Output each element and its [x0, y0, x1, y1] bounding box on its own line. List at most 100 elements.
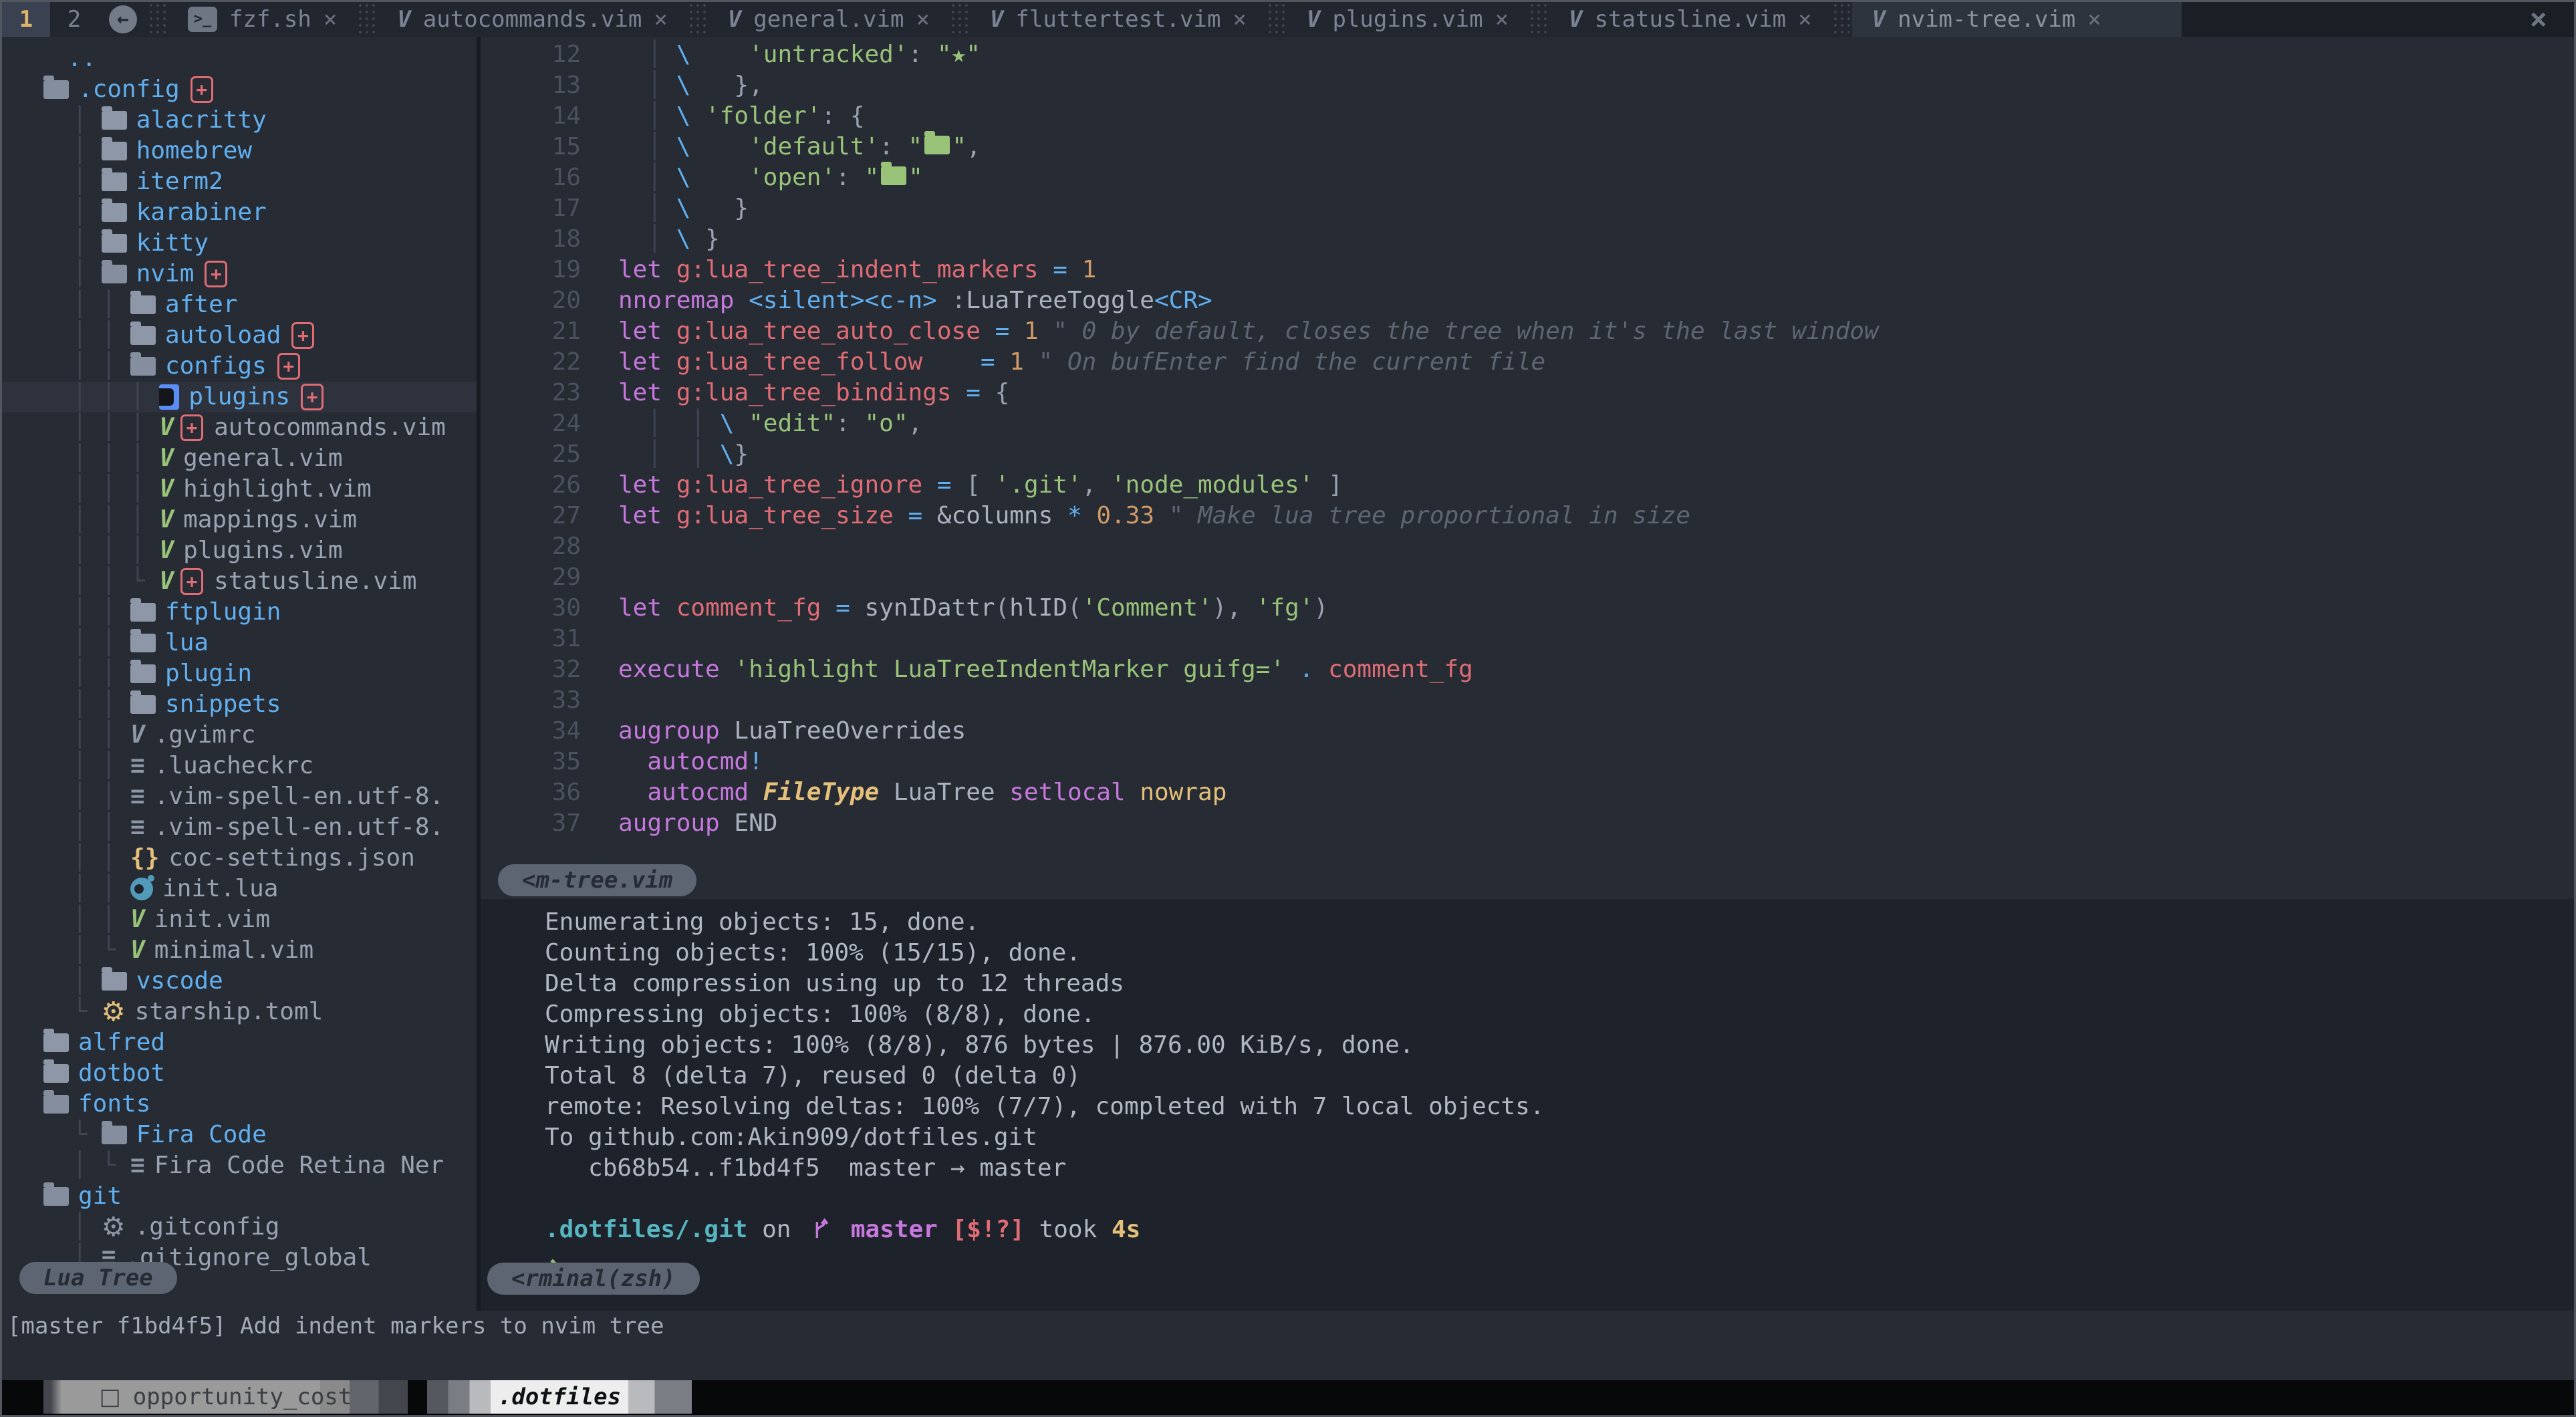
code-line: 31 — [481, 624, 2574, 654]
tree-item-ftplugin[interactable]: │ │ ftplugin — [2, 597, 477, 628]
terminal-panel[interactable]: Enumerating objects: 15, done.Counting o… — [481, 899, 2574, 1311]
vim-file-icon: V — [159, 412, 174, 443]
line-number: 14 — [481, 101, 581, 132]
tree-item-autocommands-vim[interactable]: │ │ │ V+autocommands.vim — [2, 412, 477, 443]
tree-item--luacheckrc[interactable]: │ │ ≡.luacheckrc — [2, 751, 477, 781]
close-all-icon[interactable]: × — [2530, 4, 2548, 35]
folder-icon — [102, 972, 127, 991]
back-icon[interactable]: ← — [109, 5, 137, 33]
tree-item-statusline-vim[interactable]: │ │ └ V+statusline.vim — [2, 566, 477, 597]
code-line: 24 │ │ \ "edit": "o", — [481, 408, 2574, 439]
tree-item--gitconfig[interactable]: │ ⚙.gitconfig — [2, 1212, 477, 1243]
tab-close-icon[interactable]: × — [324, 4, 337, 35]
tree-item--gvimrc[interactable]: │ │ V.gvimrc — [2, 720, 477, 751]
tree-indent-guide: │ │ — [43, 843, 130, 874]
code-line-content: let g:lua_tree_indent_markers = 1 — [581, 255, 1096, 285]
editor-tab-fluttertest-vim[interactable]: Vfluttertest.vim× — [970, 2, 1267, 37]
tree-item-coc-settings-json[interactable]: │ │ {}coc-settings.json — [2, 843, 477, 874]
lua-file-icon — [130, 878, 153, 900]
tree-item-minimal-vim[interactable]: │ └ Vminimal.vim — [2, 935, 477, 966]
tree-item-label: highlight.vim — [183, 474, 372, 505]
folder-icon — [102, 142, 127, 160]
tree-item-plugins-vim[interactable]: │ │ │ Vplugins.vim — [2, 535, 477, 566]
tab-label: fzf.sh — [229, 4, 311, 35]
tree-item--[interactable]: .. — [2, 43, 477, 74]
tree-item--vim-spell-en-utf-8-[interactable]: │ │ ≡.vim-spell-en.utf-8. — [2, 812, 477, 843]
vim-file-icon: V — [130, 904, 145, 935]
shell-input-line[interactable] — [545, 1249, 2574, 1280]
tree-item-mappings-vim[interactable]: │ │ │ Vmappings.vim — [2, 505, 477, 535]
tree-item-configs[interactable]: │ │ configs+ — [2, 351, 477, 382]
tab-close-icon[interactable]: × — [1495, 4, 1509, 35]
tab-close-icon[interactable]: × — [916, 4, 929, 35]
tree-indent-guide: │ │ — [43, 628, 130, 658]
tab-close-icon[interactable]: × — [654, 4, 667, 35]
workspace-tab-2[interactable]: 2 — [50, 2, 98, 37]
tree-item-Fira-Code-Retina-Ner[interactable]: │ └ ≡Fira Code Retina Ner — [2, 1150, 477, 1181]
tab-close-icon[interactable]: × — [1798, 4, 1811, 35]
tree-item-starship-toml[interactable]: └ ⚙starship.toml — [2, 997, 477, 1027]
tree-item-iterm2[interactable]: │ iterm2 — [2, 166, 477, 197]
tree-item-git[interactable]: git — [2, 1181, 477, 1212]
tree-item-alfred[interactable]: alfred — [2, 1027, 477, 1058]
vim-file-gray-icon: V — [130, 720, 145, 751]
tree-indent-guide: │ │ — [43, 904, 130, 935]
tree-item-kitty[interactable]: │ kitty — [2, 228, 477, 259]
editor-tab-statusline-vim[interactable]: Vstatusline.vim× — [1549, 2, 1832, 37]
tree-item-alacritty[interactable]: │ alacritty — [2, 105, 477, 136]
tree-item-init-lua[interactable]: │ │ init.lua — [2, 874, 477, 904]
tree-item-karabiner[interactable]: │ karabiner — [2, 197, 477, 228]
tree-item-dotbot[interactable]: dotbot — [2, 1058, 477, 1089]
editor-tab-plugins-vim[interactable]: Vplugins.vim× — [1287, 2, 1529, 37]
tree-indent-guide: │ — [43, 166, 102, 197]
tree-item-vscode[interactable]: │ vscode — [2, 966, 477, 997]
tree-item-Fira-Code[interactable]: └ Fira Code — [2, 1120, 477, 1150]
tree-item-label: .luacheckrc — [154, 751, 313, 781]
editor-tab-autocommands-vim[interactable]: Vautocommands.vim× — [377, 2, 687, 37]
tree-item-init-vim[interactable]: │ │ Vinit.vim — [2, 904, 477, 935]
tree-item--config[interactable]: .config+ — [2, 74, 477, 105]
tree-item-after[interactable]: │ │ after — [2, 289, 477, 320]
vim-file-icon: V — [159, 566, 174, 597]
tab-close-icon[interactable]: × — [1233, 4, 1246, 35]
folder-icon — [43, 1033, 69, 1052]
code-line: 37augroup END — [481, 808, 2574, 839]
tab-close-icon[interactable]: × — [2087, 4, 2101, 35]
tmux-window-opportunity-cost[interactable]: □ opportunity_cost — [43, 1380, 408, 1414]
code-line: 14 │ \ 'folder': { — [481, 101, 2574, 132]
line-number: 21 — [481, 316, 581, 347]
workspace-tab-1[interactable]: 1 — [2, 2, 50, 37]
tree-indent-guide: │ │ — [43, 320, 130, 351]
tree-item-highlight-vim[interactable]: │ │ │ Vhighlight.vim — [2, 474, 477, 505]
tree-item-plugins[interactable]: │ │ │ plugins+ — [2, 382, 477, 412]
git-status-badge: + — [180, 414, 203, 441]
editor-tab-fzf-sh[interactable]: >_fzf.sh× — [168, 2, 357, 37]
tree-item-label: dotbot — [78, 1058, 165, 1089]
editor-tab-general-vim[interactable]: Vgeneral.vim× — [708, 2, 950, 37]
tree-item-homebrew[interactable]: │ homebrew — [2, 136, 477, 166]
tree-item-nvim[interactable]: │ nvim+ — [2, 259, 477, 289]
tree-item-plugin[interactable]: │ │ plugin — [2, 658, 477, 689]
tree-item--vim-spell-en-utf-8-[interactable]: │ │ ≡.vim-spell-en.utf-8. — [2, 781, 477, 812]
line-number: 35 — [481, 747, 581, 777]
tree-item-general-vim[interactable]: │ │ │ Vgeneral.vim — [2, 443, 477, 474]
code-line: 29 — [481, 562, 2574, 593]
folder-icon — [130, 664, 156, 683]
code-line: 28 — [481, 531, 2574, 562]
editor-tab-nvim-tree-vim[interactable]: Vnvim-tree.vim× — [1852, 2, 2182, 37]
tree-statusline-badge: Lua Tree — [19, 1262, 177, 1294]
line-number: 17 — [481, 193, 581, 224]
folder-icon — [102, 234, 127, 253]
nvim-tree-panel[interactable]: ...config+ │ alacritty │ homebrew │ iter… — [2, 37, 477, 1311]
tree-item-fonts[interactable]: fonts — [2, 1089, 477, 1120]
tree-item-snippets[interactable]: │ │ snippets — [2, 689, 477, 720]
tree-item-lua[interactable]: │ │ lua — [2, 628, 477, 658]
terminal-output-line: To github.com:Akin909/dotfiles.git — [545, 1122, 2574, 1153]
folder-open-icon — [43, 80, 69, 99]
tmux-window-dotfiles[interactable]: .dotfiles — [427, 1380, 692, 1414]
editor-buffer[interactable]: 12 │ \ 'untracked': "★"13 │ \ },14 │ \ '… — [481, 37, 2574, 899]
tree-indent-guide: └ — [43, 997, 102, 1027]
code-line-content: nnoremap <silent><c-n> :LuaTreeToggle<CR… — [581, 285, 1212, 316]
tree-item-label: alfred — [78, 1027, 165, 1058]
tree-item-autoload[interactable]: │ │ autoload+ — [2, 320, 477, 351]
